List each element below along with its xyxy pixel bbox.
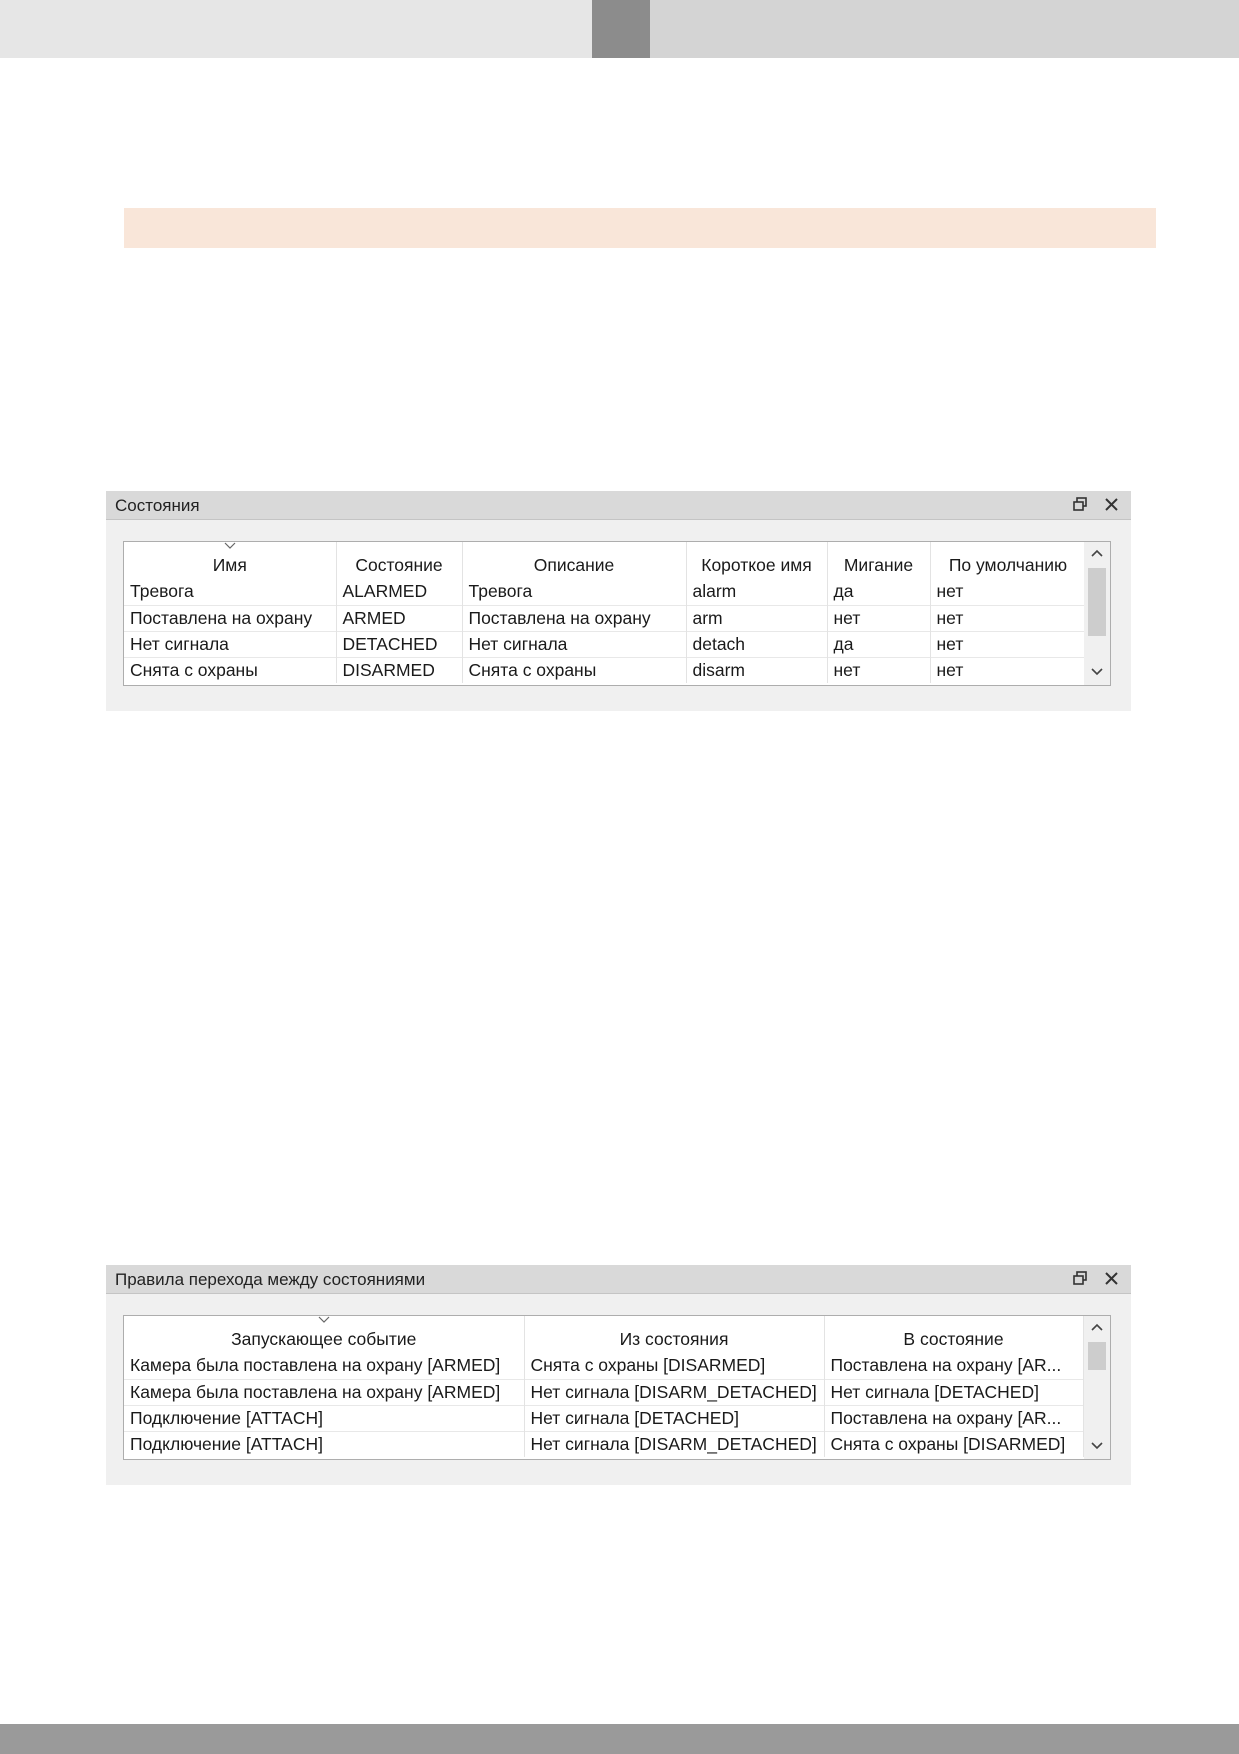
header-band-left [0,0,592,58]
scroll-thumb[interactable] [1088,568,1106,636]
sort-indicator-icon [224,542,236,549]
column-header-description[interactable]: Описание [462,542,687,579]
table-row[interactable]: Камера была поставлена на охрану [ARMED]… [124,1378,1084,1405]
table-cell: Нет сигнала [462,630,687,657]
column-header-name[interactable]: Имя [124,542,337,579]
close-icon[interactable] [1101,494,1123,516]
column-header-label: В состояние [903,1329,1004,1349]
table-cell: нет [930,604,1087,631]
column-header-label: Мигание [843,555,914,575]
column-header-trigger-event[interactable]: Запускающее событие [124,1316,525,1353]
table-cell: Камера была поставлена на охрану [ARMED] [124,1378,525,1405]
table-row[interactable]: Поставлена на охрану ARMED Поставлена на… [124,604,1087,631]
column-header-default[interactable]: По умолчанию [930,542,1087,579]
highlight-band [124,208,1156,248]
table-cell: нет [827,656,931,683]
states-panel-titlebar[interactable]: Состояния [106,491,1131,520]
chevron-down-icon [1091,668,1103,676]
table-cell: да [827,630,931,657]
transition-rules-panel: Правила перехода между состояниями Запус… [106,1265,1131,1485]
states-grid: Имя Состояние Описание Короткое имя Мига… [124,542,1087,683]
column-header-short-name[interactable]: Короткое имя [686,542,828,579]
table-cell: DISARMED [336,656,463,683]
table-cell: нет [930,656,1087,683]
table-cell: Поставлена на охрану [AR... [824,1353,1084,1379]
states-table[interactable]: Имя Состояние Описание Короткое имя Мига… [123,541,1111,686]
scroll-up-button[interactable] [1084,1316,1110,1340]
column-header-label: Запускающее событие [231,1329,417,1349]
table-row[interactable]: Тревога ALARMED Тревога alarm да нет [124,579,1087,605]
table-row[interactable]: Нет сигнала DETACHED Нет сигнала detach … [124,630,1087,657]
table-cell: Нет сигнала [DETACHED] [824,1378,1084,1405]
column-header-to-state[interactable]: В состояние [824,1316,1084,1353]
restore-window-icon[interactable] [1069,1268,1091,1290]
table-cell: Тревога [124,579,337,605]
table-cell: да [827,579,931,605]
table-cell: Снята с охраны [462,656,687,683]
close-icon[interactable] [1101,1268,1123,1290]
states-header-row: Имя Состояние Описание Короткое имя Мига… [124,542,1087,579]
rules-scrollbar[interactable] [1084,1316,1110,1459]
table-cell: ARMED [336,604,463,631]
table-row[interactable]: Подключение [ATTACH] Нет сигнала [DISARM… [124,1430,1084,1457]
table-cell: нет [827,604,931,631]
table-cell: Снята с охраны [124,656,337,683]
table-cell: ALARMED [336,579,463,605]
column-header-label: Описание [533,555,615,575]
states-panel-title: Состояния [115,496,200,515]
header-band-marker [592,0,650,58]
table-cell: Поставлена на охрану [462,604,687,631]
chevron-down-icon [1091,1442,1103,1450]
rules-table[interactable]: Запускающее событие Из состояния В состо… [123,1315,1111,1460]
table-cell: Снята с охраны [DISARMED] [824,1430,1084,1457]
column-header-state[interactable]: Состояние [336,542,463,579]
chevron-up-icon [1091,549,1103,557]
scroll-up-button[interactable] [1084,542,1110,566]
table-cell: alarm [686,579,828,605]
table-cell: arm [686,604,828,631]
chevron-up-icon [1091,1323,1103,1331]
column-header-label: Состояние [355,555,443,575]
footer-band [0,1724,1239,1754]
table-cell: нет [930,579,1087,605]
rules-panel-titlebar[interactable]: Правила перехода между состояниями [106,1265,1131,1294]
table-cell: Подключение [ATTACH] [124,1430,525,1457]
header-band-right [650,0,1239,58]
sort-indicator-icon [318,1316,330,1323]
column-header-blink[interactable]: Мигание [827,542,931,579]
column-header-label: По умолчанию [948,555,1068,575]
rules-panel-title: Правила перехода между состояниями [115,1270,426,1289]
table-cell: detach [686,630,828,657]
scroll-thumb[interactable] [1088,1342,1106,1370]
table-cell: Снята с охраны [DISARMED] [524,1353,825,1379]
table-cell: нет [930,630,1087,657]
table-cell: DETACHED [336,630,463,657]
rules-header-row: Запускающее событие Из состояния В состо… [124,1316,1084,1353]
scroll-down-button[interactable] [1084,661,1110,685]
table-cell: Нет сигнала [DISARM_DETACHED] [524,1430,825,1457]
table-cell: Камера была поставлена на охрану [ARMED] [124,1353,525,1379]
table-cell: Поставлена на охрану [124,604,337,631]
column-header-label: Короткое имя [701,555,812,575]
table-cell: Поставлена на охрану [AR... [824,1404,1084,1431]
states-scrollbar[interactable] [1084,542,1110,685]
column-header-from-state[interactable]: Из состояния [524,1316,825,1353]
table-row[interactable]: Камера была поставлена на охрану [ARMED]… [124,1353,1084,1379]
table-cell: Подключение [ATTACH] [124,1404,525,1431]
states-panel: Состояния Имя Состояние Описание Коротко… [106,491,1131,711]
table-row[interactable]: Подключение [ATTACH] Нет сигнала [DETACH… [124,1404,1084,1431]
scroll-down-button[interactable] [1084,1435,1110,1459]
rules-grid: Запускающее событие Из состояния В состо… [124,1316,1084,1457]
table-cell: Нет сигнала [DISARM_DETACHED] [524,1378,825,1405]
table-row[interactable]: Снята с охраны DISARMED Снята с охраны d… [124,656,1087,683]
column-header-label: Имя [212,555,247,575]
table-cell: Нет сигнала [DETACHED] [524,1404,825,1431]
table-cell: Нет сигнала [124,630,337,657]
column-header-label: Из состояния [619,1329,729,1349]
table-cell: disarm [686,656,828,683]
table-cell: Тревога [462,579,687,605]
restore-window-icon[interactable] [1069,494,1091,516]
